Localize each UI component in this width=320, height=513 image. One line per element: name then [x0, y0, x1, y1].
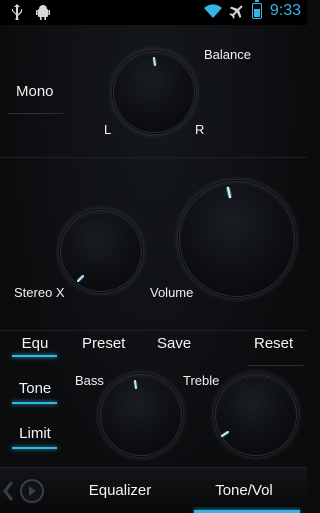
stereo-x-label: Stereo X	[14, 285, 65, 300]
nav-arrows[interactable]	[2, 478, 46, 504]
balance-right-label: R	[195, 122, 205, 137]
reset-button[interactable]: Reset	[254, 335, 293, 352]
bass-label: Bass	[75, 373, 104, 388]
balance-knob[interactable]	[114, 52, 194, 132]
balance-left-label: L	[104, 122, 112, 137]
battery-icon	[251, 0, 262, 19]
clock: 9:33	[269, 2, 301, 19]
usb-icon	[8, 3, 26, 21]
treble-label: Treble	[183, 373, 220, 388]
chevron-left-icon	[3, 481, 14, 501]
airplane-mode-icon	[228, 2, 246, 20]
volume-knob[interactable]	[180, 182, 294, 296]
mono-button[interactable]: Mono	[16, 83, 54, 100]
balance-panel: Mono Balance L R	[0, 25, 307, 158]
balance-title: Balance	[204, 47, 251, 62]
tab-equalizer[interactable]: Equalizer	[70, 468, 170, 513]
tone-panel: Equ Preset Save Reset Tone Limit Bass Tr…	[0, 331, 307, 466]
equ-underline	[12, 355, 57, 357]
tab-tone-vol[interactable]: Tone/Vol	[194, 468, 294, 513]
limit-underline	[12, 447, 57, 449]
bottom-tab-bar: Equalizer Tone/Vol	[0, 467, 307, 513]
tone-button[interactable]: Tone	[10, 380, 60, 397]
mono-underline	[8, 113, 63, 114]
stereo-x-knob[interactable]	[61, 211, 141, 291]
bass-knob[interactable]	[101, 375, 181, 455]
limit-button[interactable]: Limit	[10, 425, 60, 442]
equ-button[interactable]: Equ	[10, 335, 60, 352]
app-screen: 9:33 Mono Balance L R Stereo X Volume Eq…	[0, 0, 307, 513]
status-bar: 9:33	[0, 0, 307, 25]
tone-underline	[12, 402, 57, 404]
volume-label: Volume	[150, 285, 194, 300]
treble-knob[interactable]	[216, 375, 296, 455]
preset-button[interactable]: Preset	[82, 335, 125, 352]
android-debug-icon	[34, 3, 52, 21]
wifi-icon	[203, 2, 222, 20]
toolbar-divider	[248, 365, 303, 366]
stereo-volume-panel: Stereo X Volume	[0, 158, 307, 331]
save-button[interactable]: Save	[157, 335, 191, 352]
